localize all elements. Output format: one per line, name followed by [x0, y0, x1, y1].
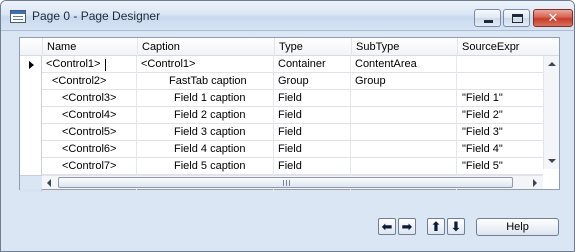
cell-caption[interactable]: Field 5 caption: [137, 158, 274, 175]
current-row-icon: [29, 61, 34, 69]
cell-subtype[interactable]: ContentArea: [351, 56, 457, 73]
cell-name[interactable]: <Control1>: [42, 56, 137, 73]
cell-caption[interactable]: Field 4 caption: [137, 141, 274, 158]
cell-caption[interactable]: FastTab caption: [137, 73, 274, 90]
row-selector[interactable]: [20, 56, 42, 73]
cell-name[interactable]: <Control5>: [42, 124, 137, 141]
scroll-left-icon[interactable]: [47, 179, 51, 187]
row-selector[interactable]: [20, 107, 42, 124]
cell-type[interactable]: Field: [274, 107, 351, 124]
grid-header: Name Caption Type SubType SourceExpr: [20, 38, 559, 56]
cell-subtype[interactable]: [351, 124, 457, 141]
cell-type[interactable]: Field: [274, 124, 351, 141]
column-header-name[interactable]: Name: [42, 38, 137, 56]
cell-sourceexpr[interactable]: "Field 3": [457, 124, 543, 141]
maximize-button[interactable]: [503, 9, 530, 27]
arrow-up-icon: ⬆: [430, 219, 442, 234]
cell-sourceexpr[interactable]: "Field 1": [457, 90, 543, 107]
move-down-button[interactable]: ⬇: [447, 218, 465, 235]
text-cursor: [105, 59, 106, 71]
cell-name[interactable]: <Control3>: [42, 90, 137, 107]
maximize-icon: [512, 14, 523, 23]
cell-name[interactable]: <Control6>: [42, 141, 137, 158]
help-button[interactable]: Help: [476, 218, 559, 236]
table-row[interactable]: <Control3> Field 1 caption Field "Field 1": [20, 90, 543, 107]
scroll-right-icon[interactable]: [533, 179, 537, 187]
move-right-button[interactable]: ➡: [398, 218, 416, 235]
column-header-subtype[interactable]: SubType: [351, 38, 457, 56]
cell-subtype[interactable]: [351, 141, 457, 158]
cell-subtype[interactable]: [351, 90, 457, 107]
arrow-left-icon: ⬅: [381, 219, 393, 234]
cell-type[interactable]: Field: [274, 90, 351, 107]
controls-grid[interactable]: Name Caption Type SubType SourceExpr <Co…: [19, 37, 560, 192]
move-up-button[interactable]: ⬆: [427, 218, 445, 235]
row-selector[interactable]: [20, 73, 42, 90]
close-button[interactable]: ✕: [533, 9, 573, 27]
table-row[interactable]: <Control4> Field 2 caption Field "Field 2": [20, 107, 543, 124]
horizontal-scrollbar[interactable]: [42, 175, 543, 189]
column-header-type[interactable]: Type: [274, 38, 351, 56]
title-bar[interactable]: Page 0 - Page Designer ✕: [1, 1, 574, 31]
table-row[interactable]: <Control5> Field 3 caption Field "Field 3": [20, 124, 543, 141]
scroll-down-icon[interactable]: [548, 159, 556, 163]
arrow-right-icon: ➡: [401, 219, 413, 234]
cell-type[interactable]: Container: [274, 56, 351, 73]
move-left-button[interactable]: ⬅: [378, 218, 396, 235]
scrollbar-corner: [20, 175, 42, 189]
table-row[interactable]: <Control2> FastTab caption Group Group: [20, 73, 543, 90]
row-selector[interactable]: [20, 124, 42, 141]
cell-sourceexpr[interactable]: "Field 2": [457, 107, 543, 124]
cell-caption[interactable]: Field 1 caption: [137, 90, 274, 107]
row-selector[interactable]: [20, 141, 42, 158]
window-title: Page 0 - Page Designer: [32, 9, 161, 23]
row-selector[interactable]: [20, 158, 42, 175]
cell-sourceexpr[interactable]: "Field 5": [457, 158, 543, 175]
cell-sourceexpr[interactable]: "Field 4": [457, 141, 543, 158]
cell-type[interactable]: Field: [274, 141, 351, 158]
table-row[interactable]: <Control6> Field 4 caption Field "Field 4": [20, 141, 543, 158]
cell-subtype[interactable]: [351, 107, 457, 124]
cell-type[interactable]: Field: [274, 158, 351, 175]
cell-name[interactable]: <Control4>: [42, 107, 137, 124]
cell-caption[interactable]: Field 3 caption: [137, 124, 274, 141]
table-row[interactable]: <Control1> <Control1> Container ContentArea: [20, 56, 543, 73]
cell-subtype[interactable]: [351, 158, 457, 175]
cell-caption[interactable]: Field 2 caption: [137, 107, 274, 124]
minimize-icon: [484, 20, 493, 23]
table-row[interactable]: <Control7> Field 5 caption Field "Field 5": [20, 158, 543, 175]
page-designer-icon: [10, 10, 26, 23]
cell-subtype[interactable]: Group: [351, 73, 457, 90]
close-icon: ✕: [547, 10, 559, 25]
cell-sourceexpr[interactable]: [457, 73, 543, 90]
minimize-button[interactable]: [474, 9, 501, 27]
arrow-down-icon: ⬇: [450, 219, 462, 234]
vertical-scrollbar[interactable]: [543, 56, 559, 169]
cell-name[interactable]: <Control2>: [42, 73, 137, 90]
page-designer-window: Page 0 - Page Designer ✕ Name Caption Ty…: [0, 0, 575, 252]
row-selector[interactable]: [20, 90, 42, 107]
column-header-caption[interactable]: Caption: [137, 38, 274, 56]
scroll-up-icon[interactable]: [548, 62, 556, 66]
cell-caption[interactable]: <Control1>: [137, 56, 274, 73]
cell-name[interactable]: <Control7>: [42, 158, 137, 175]
cell-type[interactable]: Group: [274, 73, 351, 90]
scrollbar-thumb[interactable]: [58, 177, 513, 188]
cell-sourceexpr[interactable]: [457, 56, 543, 73]
column-header-sourceexpr[interactable]: SourceExpr: [457, 38, 559, 56]
